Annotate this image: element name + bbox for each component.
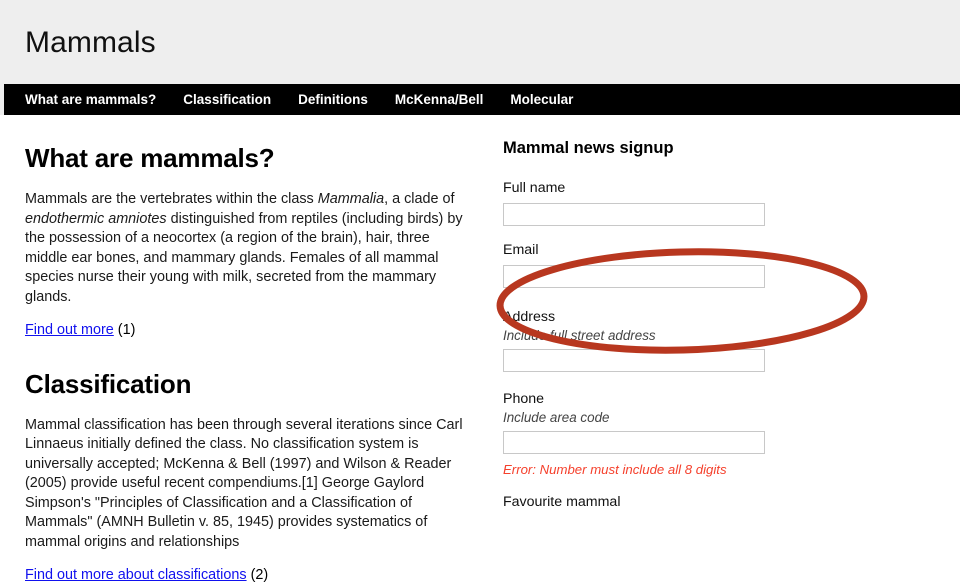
- nav-item-molecular[interactable]: Molecular: [510, 92, 573, 107]
- phone-error-message: Error: Number must include all 8 digits: [503, 462, 727, 477]
- address-input[interactable]: [503, 349, 765, 372]
- nav-item-definitions[interactable]: Definitions: [298, 92, 368, 107]
- favourite-mammal-label: Favourite mammal: [503, 494, 621, 510]
- field-group-favourite-mammal: Favourite mammal: [503, 494, 920, 510]
- page-title: Mammals: [25, 26, 156, 59]
- field-group-address: Address Include full street address: [503, 309, 920, 372]
- phone-input[interactable]: [503, 431, 765, 454]
- find-out-more-classifications-link[interactable]: Find out more about classifications: [25, 567, 247, 583]
- find-out-more-link[interactable]: Find out more: [25, 322, 114, 338]
- paragraph-text-part-2: , a clade of: [384, 191, 455, 207]
- find-out-more-classifications-row: Find out more about classifications (2): [25, 566, 490, 586]
- find-out-more-row: Find out more (1): [25, 321, 490, 341]
- paragraph-text-part-1: Mammals are the vertebrates within the c…: [25, 191, 318, 207]
- section-paragraph-what-are-mammals: Mammals are the vertebrates within the c…: [25, 190, 473, 307]
- paragraph-emphasis-endothermic-amniotes: endothermic amniotes: [25, 210, 167, 227]
- field-group-full-name: Full name: [503, 180, 920, 226]
- site-header: Mammals: [0, 0, 960, 84]
- article-column: What are mammals? Mammals are the verteb…: [0, 115, 490, 586]
- nav-item-classification[interactable]: Classification: [183, 92, 271, 107]
- full-name-label: Full name: [503, 180, 566, 196]
- section-paragraph-classification: Mammal classification has been through s…: [25, 416, 463, 550]
- address-hint: Include full street address: [503, 328, 656, 343]
- address-label: Address: [503, 309, 556, 325]
- phone-label: Phone: [503, 391, 545, 407]
- signup-form-column: Mammal news signup Full name Email Addre…: [490, 115, 920, 586]
- phone-hint: Include area code: [503, 410, 610, 425]
- paragraph-emphasis-mammalia: Mammalia: [317, 191, 385, 207]
- email-input[interactable]: [503, 265, 765, 288]
- section-heading-classification: Classification: [25, 368, 192, 399]
- signup-form-heading: Mammal news signup: [503, 139, 674, 157]
- nav-bar-wrapper: What are mammals? Classification Definit…: [0, 84, 960, 115]
- full-name-input[interactable]: [503, 203, 765, 226]
- content-columns: What are mammals? Mammals are the verteb…: [0, 115, 960, 586]
- nav-item-what-are-mammals[interactable]: What are mammals?: [25, 92, 156, 107]
- main-navigation: What are mammals? Classification Definit…: [4, 84, 960, 115]
- field-group-email: Email: [503, 242, 920, 288]
- page-root: Mammals What are mammals? Classification…: [0, 0, 960, 586]
- find-out-more-reference: (1): [113, 322, 136, 338]
- section-heading-what-are-mammals: What are mammals?: [25, 143, 275, 173]
- find-out-more-classifications-reference: (2): [246, 567, 269, 583]
- nav-item-mckenna-bell[interactable]: McKenna/Bell: [395, 92, 484, 107]
- field-group-phone: Phone Include area code Error: Number mu…: [503, 391, 920, 477]
- email-label: Email: [503, 242, 539, 258]
